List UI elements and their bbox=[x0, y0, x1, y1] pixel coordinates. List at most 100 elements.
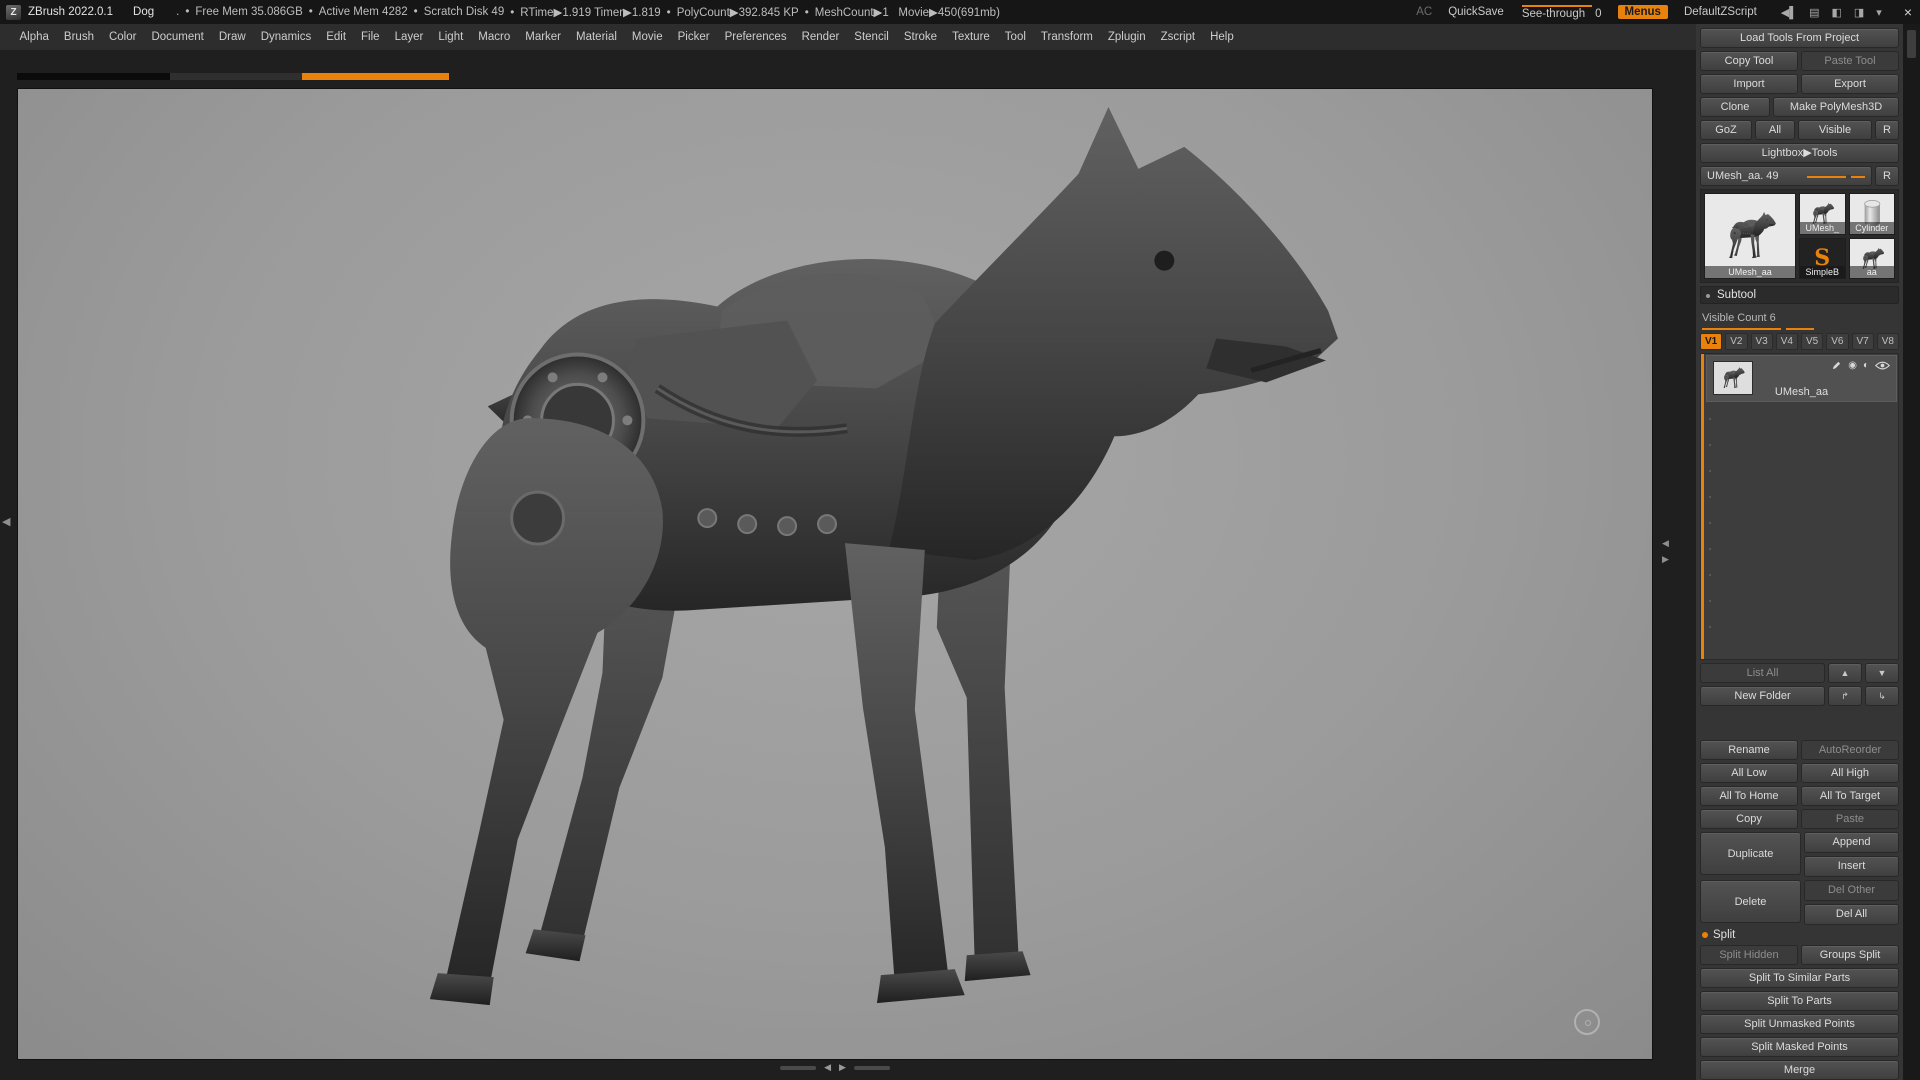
close-icon[interactable]: × bbox=[1904, 5, 1912, 19]
all-to-home-button[interactable]: All To Home bbox=[1700, 786, 1798, 806]
collapse-icon[interactable]: ▾ bbox=[1876, 6, 1882, 19]
menu-item[interactable]: Movie bbox=[624, 31, 670, 43]
tab-v8[interactable]: V8 bbox=[1877, 333, 1899, 350]
polypaint-icon[interactable]: ◉ bbox=[1848, 360, 1857, 371]
list-all-button[interactable]: List All bbox=[1700, 663, 1825, 683]
tab-v1[interactable]: V1 bbox=[1700, 333, 1722, 350]
autoreorder-button[interactable]: AutoReorder bbox=[1801, 740, 1899, 760]
move-into-folder-button[interactable]: ↳ bbox=[1865, 686, 1899, 706]
duplicate-button[interactable]: Duplicate bbox=[1700, 832, 1801, 875]
copy-tool-button[interactable]: Copy Tool bbox=[1700, 51, 1798, 71]
groups-split-button[interactable]: Groups Split bbox=[1801, 945, 1899, 965]
menu-item[interactable]: Zplugin bbox=[1100, 31, 1153, 43]
all-to-target-button[interactable]: All To Target bbox=[1801, 786, 1899, 806]
subtool-up-button[interactable]: ▲ bbox=[1828, 663, 1862, 683]
subtool-list-scrollbar[interactable] bbox=[1701, 354, 1704, 659]
menu-item[interactable]: Draw bbox=[211, 31, 253, 43]
import-button[interactable]: Import bbox=[1700, 74, 1798, 94]
subtool-section-header[interactable]: Subtool bbox=[1700, 286, 1899, 304]
subtool-item[interactable]: ◉ ◐ UMesh_aa bbox=[1706, 355, 1897, 402]
palette-grid-icon[interactable]: ▤ bbox=[1809, 6, 1819, 19]
menu-item[interactable]: Stencil bbox=[847, 31, 897, 43]
see-through-slider-line[interactable] bbox=[1522, 5, 1592, 7]
left-tray-toggle-icon[interactable]: ◀ bbox=[2, 515, 10, 528]
right-tray-open-icon[interactable]: ◀ bbox=[1662, 538, 1669, 549]
menu-item[interactable]: Render bbox=[794, 31, 847, 43]
right-tray-toggle[interactable]: ◀ ▶ bbox=[1662, 538, 1669, 565]
divider-segment-1[interactable] bbox=[17, 73, 170, 80]
menu-item[interactable]: Transform bbox=[1033, 31, 1100, 43]
scrollbar-track-right[interactable] bbox=[854, 1066, 890, 1070]
document-canvas[interactable] bbox=[17, 88, 1653, 1060]
tab-v5[interactable]: V5 bbox=[1801, 333, 1823, 350]
menu-item[interactable]: Dynamics bbox=[253, 31, 318, 43]
visible-count-slider[interactable] bbox=[1702, 328, 1814, 330]
menu-item[interactable]: Zscript bbox=[1153, 31, 1203, 43]
subtool-down-button[interactable]: ▼ bbox=[1865, 663, 1899, 683]
goz-r-button[interactable]: R bbox=[1875, 120, 1899, 140]
menu-item[interactable]: Light bbox=[431, 31, 471, 43]
subtool-list[interactable]: ◉ ◐ UMesh_aa bbox=[1700, 353, 1899, 660]
append-button[interactable]: Append bbox=[1804, 832, 1899, 853]
menu-item[interactable]: Layer bbox=[387, 31, 431, 43]
split-masked-points-button[interactable]: Split Masked Points bbox=[1700, 1037, 1899, 1057]
menu-item[interactable]: Preferences bbox=[717, 31, 794, 43]
right-tray-close-icon[interactable]: ▶ bbox=[1662, 554, 1669, 565]
menu-item[interactable]: File bbox=[354, 31, 388, 43]
paste-tool-button[interactable]: Paste Tool bbox=[1801, 51, 1899, 71]
menu-item[interactable]: Document bbox=[144, 31, 211, 43]
tab-v3[interactable]: V3 bbox=[1751, 333, 1773, 350]
default-zscript-button[interactable]: DefaultZScript bbox=[1684, 6, 1757, 18]
tab-v6[interactable]: V6 bbox=[1826, 333, 1848, 350]
goz-visible-button[interactable]: Visible bbox=[1798, 120, 1872, 140]
copy-subtool-button[interactable]: Copy bbox=[1700, 809, 1798, 829]
merge-button[interactable]: Merge bbox=[1700, 1060, 1899, 1080]
menus-button[interactable]: Menus bbox=[1618, 5, 1668, 19]
menu-item[interactable]: Help bbox=[1203, 31, 1242, 43]
uv-icon[interactable]: ◐ bbox=[1863, 360, 1869, 371]
divider-segment-2[interactable] bbox=[170, 73, 302, 80]
goz-button[interactable]: GoZ bbox=[1700, 120, 1752, 140]
del-other-button[interactable]: Del Other bbox=[1804, 880, 1899, 901]
menu-item[interactable]: Edit bbox=[319, 31, 354, 43]
divider-segment-active[interactable] bbox=[302, 73, 449, 80]
menu-item[interactable]: Stroke bbox=[896, 31, 944, 43]
all-low-button[interactable]: All Low bbox=[1700, 763, 1798, 783]
quicksave-button[interactable]: QuickSave bbox=[1448, 6, 1504, 18]
scroll-right-icon[interactable]: ▶ bbox=[839, 1062, 846, 1073]
split-hidden-button[interactable]: Split Hidden bbox=[1700, 945, 1798, 965]
split-to-similar-parts-button[interactable]: Split To Similar Parts bbox=[1700, 968, 1899, 988]
lightbox-tools-button[interactable]: Lightbox▶Tools bbox=[1700, 143, 1899, 163]
make-polymesh3d-button[interactable]: Make PolyMesh3D bbox=[1773, 97, 1899, 117]
menu-item[interactable]: Color bbox=[101, 31, 143, 43]
right-edge-scrollbar[interactable] bbox=[1903, 24, 1920, 1080]
split-section-header[interactable]: Split bbox=[1700, 928, 1899, 942]
dock-left-icon[interactable]: ◧ bbox=[1831, 6, 1841, 19]
scroll-left-icon[interactable]: ◀ bbox=[824, 1062, 831, 1073]
menu-item[interactable]: Texture bbox=[945, 31, 998, 43]
insert-button[interactable]: Insert bbox=[1804, 856, 1899, 877]
all-high-button[interactable]: All High bbox=[1801, 763, 1899, 783]
menu-item[interactable]: Material bbox=[569, 31, 625, 43]
menu-item[interactable]: Macro bbox=[471, 31, 518, 43]
tool-thumbnail-aa[interactable]: aa bbox=[1849, 238, 1896, 280]
tool-slider[interactable] bbox=[1807, 176, 1865, 178]
menu-item[interactable]: Marker bbox=[518, 31, 569, 43]
paint-icon[interactable] bbox=[1831, 360, 1842, 371]
eye-icon[interactable] bbox=[1875, 361, 1890, 370]
tool-thumbnail-cylinder[interactable]: Cylinder bbox=[1849, 193, 1896, 235]
tray-slider-icon[interactable]: ◀▌ bbox=[1781, 6, 1797, 19]
active-tool-button[interactable]: UMesh_aa. 49 bbox=[1700, 166, 1872, 186]
see-through-slider[interactable]: See-through 0 bbox=[1522, 5, 1602, 20]
paste-subtool-button[interactable]: Paste bbox=[1801, 809, 1899, 829]
scrollbar-track-left[interactable] bbox=[780, 1066, 816, 1070]
ac-button[interactable]: AC bbox=[1416, 6, 1432, 18]
tab-v4[interactable]: V4 bbox=[1776, 333, 1798, 350]
tab-v2[interactable]: V2 bbox=[1725, 333, 1747, 350]
del-all-button[interactable]: Del All bbox=[1804, 904, 1899, 925]
tool-r-button[interactable]: R bbox=[1875, 166, 1899, 186]
move-out-of-folder-button[interactable]: ↱ bbox=[1828, 686, 1862, 706]
split-to-parts-button[interactable]: Split To Parts bbox=[1700, 991, 1899, 1011]
goz-all-button[interactable]: All bbox=[1755, 120, 1795, 140]
tab-v7[interactable]: V7 bbox=[1852, 333, 1874, 350]
